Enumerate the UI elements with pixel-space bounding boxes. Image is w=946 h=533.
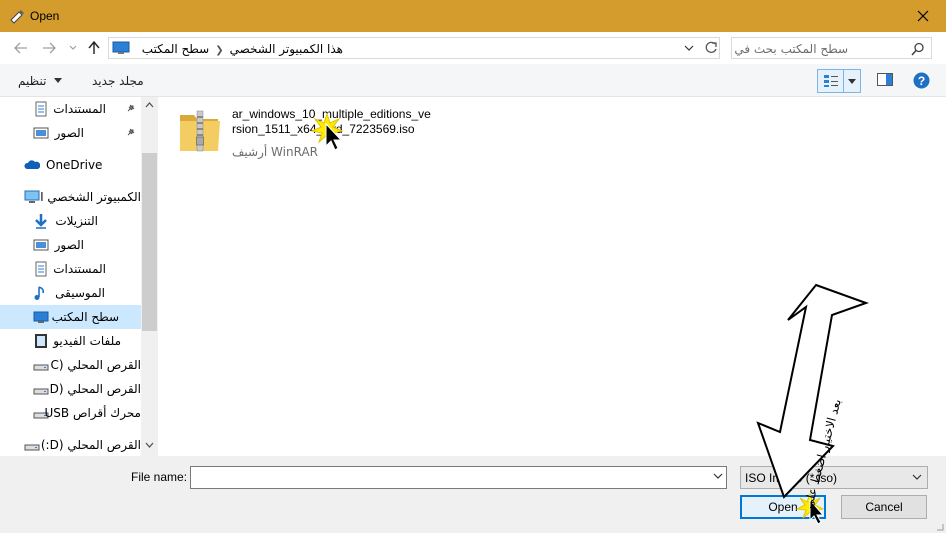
file-name-input[interactable]: [190, 466, 727, 489]
nav-item-label: ملفات الفيديو: [53, 334, 121, 348]
desktop-icon: [112, 41, 130, 54]
nav-item-videos[interactable]: ملفات الفيديو: [0, 329, 141, 353]
navigation-pane: المستندات الصور OneDrive الكمبيوتر الشخص…: [0, 97, 158, 456]
refresh-icon[interactable]: [703, 40, 719, 56]
nav-item-label: الموسيقى: [55, 286, 105, 300]
nav-item-pictures[interactable]: الصور: [0, 233, 141, 257]
change-view-button[interactable]: [817, 69, 861, 93]
organize-label: تنظيم: [18, 74, 47, 88]
nav-item-label: الصور: [54, 126, 84, 140]
nav-item-onedrive[interactable]: OneDrive: [0, 153, 141, 177]
preview-pane-icon[interactable]: [877, 73, 893, 86]
nav-item-label: الكمبيوتر الشخصي ا: [40, 190, 141, 204]
nav-item-drive-d[interactable]: القرص المحلي (D: [0, 377, 141, 401]
open-file-icon: [10, 10, 24, 24]
file-name: ar_windows_10_multiple_editions_version_…: [232, 107, 431, 136]
chevron-down-icon[interactable]: [848, 79, 856, 84]
breadcrumb: هذا الكمبيوتر الشخصي ❮ سطح المكتب: [142, 42, 343, 56]
close-icon: [917, 10, 929, 22]
chevron-down-icon[interactable]: [713, 473, 723, 480]
chevron-left-icon: ❮: [215, 45, 224, 56]
nav-item-documents[interactable]: المستندات: [0, 257, 141, 281]
pin-icon: [127, 104, 135, 112]
winrar-archive-icon: [180, 110, 220, 152]
nav-item-label: محرك أقراص USB: [44, 406, 142, 420]
new-folder-button[interactable]: مجلد جديد: [92, 74, 144, 88]
view-button-divider: [843, 70, 844, 92]
music-icon: [34, 286, 45, 300]
breadcrumb-desktop[interactable]: سطح المكتب: [142, 42, 209, 56]
window-title: Open: [30, 9, 60, 23]
nav-scrollbar[interactable]: [141, 97, 158, 456]
nav-item-label: القرص المحلي (D:): [40, 438, 141, 452]
nav-item-label: سطح المكتب: [51, 310, 119, 324]
nav-item-label: OneDrive: [46, 158, 103, 172]
nav-item-desktop[interactable]: سطح المكتب: [0, 305, 141, 329]
nav-item-pictures-quick[interactable]: الصور: [0, 121, 141, 145]
nav-item-label: القرص المحلي (C: [50, 358, 141, 372]
file-item[interactable]: ar_windows_10_multiple_editions_version_…: [178, 105, 431, 163]
svg-text:?: ?: [918, 74, 925, 88]
drive-icon: [33, 364, 49, 371]
chevron-up-icon[interactable]: [145, 102, 154, 108]
desktop-icon: [33, 311, 49, 323]
file-name-label: File name:: [131, 470, 188, 484]
drive-icon: [24, 444, 40, 451]
drive-icon: [33, 388, 49, 395]
search-icon: [911, 42, 924, 56]
nav-item-usb-drive[interactable]: محرك أقراص USB: [0, 401, 141, 425]
pin-icon: [127, 128, 135, 136]
file-type: أرشيف WinRAR: [232, 145, 318, 159]
back-button[interactable]: [12, 39, 30, 57]
nav-item-label: المستندات: [53, 102, 106, 116]
recent-locations-button[interactable]: [64, 39, 82, 57]
nav-item-label: المستندات: [53, 262, 106, 276]
pictures-icon: [33, 239, 49, 251]
nav-item-downloads[interactable]: التنزيلات: [0, 209, 141, 233]
nav-item-documents-quick[interactable]: المستندات: [0, 97, 141, 121]
resize-grip-icon[interactable]: [934, 521, 944, 531]
nav-item-label: التنزيلات: [55, 214, 98, 228]
file-list: ar_windows_10_multiple_editions_version_…: [158, 97, 946, 456]
scrollbar-thumb[interactable]: [142, 153, 157, 331]
forward-button[interactable]: [40, 39, 58, 57]
arrow-left-icon: [14, 42, 27, 54]
navigation-bar: هذا الكمبيوتر الشخصي ❮ سطح المكتب سطح المك…: [0, 32, 946, 64]
nav-item-label: الصور: [54, 238, 84, 252]
downloads-icon: [35, 214, 47, 229]
computer-icon: [24, 190, 40, 203]
documents-icon: [35, 261, 47, 277]
nav-item-this-pc[interactable]: الكمبيوتر الشخصي ا: [0, 185, 141, 209]
chevron-down-icon[interactable]: [145, 442, 154, 448]
documents-icon: [35, 101, 47, 117]
nav-item-label: القرص المحلي (D: [49, 382, 141, 396]
close-button[interactable]: [900, 0, 946, 32]
chevron-down-icon[interactable]: [683, 41, 695, 55]
details-view-icon: [824, 75, 838, 87]
arrow-up-icon: [88, 41, 100, 54]
organize-button[interactable]: تنظيم: [18, 68, 66, 92]
help-icon[interactable]: ?: [913, 72, 930, 89]
search-placeholder: سطح المكتب بحث في: [734, 42, 848, 56]
title-bar: Open: [0, 0, 946, 32]
onedrive-icon: [24, 160, 40, 169]
breadcrumb-this-pc[interactable]: هذا الكمبيوتر الشخصي: [230, 42, 343, 56]
address-bar[interactable]: هذا الكمبيوتر الشخصي ❮ سطح المكتب: [108, 37, 720, 59]
chevron-down-icon: [69, 45, 77, 50]
nav-item-drive-d-root[interactable]: القرص المحلي (D:): [0, 433, 141, 456]
up-button[interactable]: [85, 39, 103, 57]
pictures-icon: [33, 127, 49, 139]
search-box[interactable]: سطح المكتب بحث في: [731, 37, 932, 59]
nav-item-drive-c[interactable]: القرص المحلي (C: [0, 353, 141, 377]
file-type-filter[interactable]: ISO Image (*.iso): [740, 466, 928, 489]
command-toolbar: تنظيم مجلد جديد ?: [0, 64, 946, 97]
cancel-button[interactable]: Cancel: [841, 495, 927, 519]
video-icon: [35, 334, 47, 348]
nav-item-music[interactable]: الموسيقى: [0, 281, 141, 305]
arrow-right-icon: [43, 42, 56, 54]
chevron-down-icon: [54, 78, 62, 83]
chevron-down-icon: [912, 474, 922, 480]
